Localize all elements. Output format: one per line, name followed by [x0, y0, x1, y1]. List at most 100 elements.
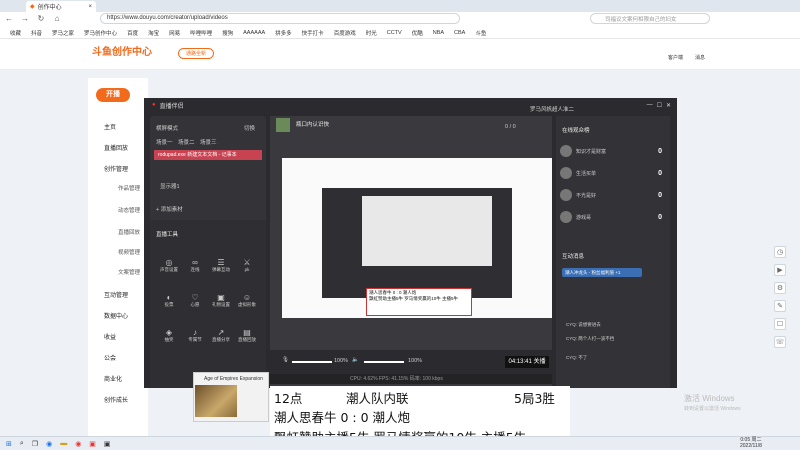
- app-icon[interactable]: ▣: [104, 440, 111, 448]
- add-source-button[interactable]: + 添加素材: [156, 205, 183, 213]
- mic-volume-slider[interactable]: [292, 361, 332, 363]
- sidebar-item-data[interactable]: 数据中心: [104, 311, 128, 320]
- tool-item[interactable]: ☰ 弹幕互动: [208, 258, 234, 273]
- tool-item[interactable]: ▤ 直播回放: [234, 328, 260, 343]
- bookmark-item[interactable]: 斗鱼: [475, 29, 486, 37]
- bookmark-item[interactable]: 抖音: [31, 29, 42, 37]
- taskbar: ⊞ ⌕ ❐ ◉ ▬ ◉ ▣ ▣: [0, 436, 800, 450]
- bookmark-item[interactable]: 网易: [169, 29, 180, 37]
- sidebar-item-home[interactable]: 主页: [104, 122, 116, 131]
- audience-row[interactable]: 不光是好 0: [560, 186, 668, 204]
- refresh-icon[interactable]: ↻: [36, 14, 46, 24]
- close-icon[interactable]: ✕: [666, 102, 671, 109]
- bookmark-item[interactable]: 罗马创作中心: [84, 29, 117, 37]
- sidebar-item-interaction[interactable]: 互动管理: [104, 290, 128, 299]
- tool-item[interactable]: ◈ 抽奖: [156, 328, 182, 343]
- chrome-icon[interactable]: ◉: [75, 440, 81, 448]
- tab-active[interactable]: ◆ 创作中心 ×: [26, 1, 96, 12]
- float-button[interactable]: ⚙: [774, 282, 786, 294]
- browser-search-input[interactable]: 司福议文案何相限自己的妇女: [590, 13, 710, 24]
- bookmark-item[interactable]: NBA: [433, 30, 444, 36]
- file-explorer-icon[interactable]: ▬: [60, 440, 67, 447]
- tool-item[interactable]: ◐ 投票: [156, 293, 182, 308]
- scene-tab[interactable]: 场景二: [178, 138, 195, 146]
- tool-item[interactable]: ⚔ pk: [234, 258, 260, 273]
- sidebar-item-replay[interactable]: 直播回放: [104, 143, 128, 152]
- browser-tab-strip: [0, 0, 800, 12]
- audience-row[interactable]: 生活买单 0: [560, 164, 668, 182]
- site-logo[interactable]: 斗鱼创作中心: [92, 43, 162, 65]
- sidebar-sub-works[interactable]: 作品管理: [118, 184, 140, 192]
- bookmark-item[interactable]: AAAAAA: [243, 30, 265, 36]
- audience-row[interactable]: 游戏哥 0: [560, 208, 668, 226]
- minimize-icon[interactable]: —: [647, 102, 653, 108]
- float-button[interactable]: ☏: [774, 336, 786, 348]
- mic-icon[interactable]: 🎙: [282, 357, 289, 363]
- bookmark-item[interactable]: CBA: [454, 30, 465, 36]
- bookmark-item[interactable]: 收藏: [10, 29, 21, 37]
- go-live-button[interactable]: 开播: [96, 88, 130, 102]
- bookmark-item[interactable]: 快手打卡: [302, 29, 324, 37]
- avatar: [560, 211, 572, 223]
- bookmark-item[interactable]: 百度: [127, 29, 138, 37]
- bookmark-item[interactable]: 搜狗: [222, 29, 233, 37]
- avatar: [560, 189, 572, 201]
- windows-activation-watermark: 激活 Windows 转到设置以激活 Windows: [684, 394, 741, 412]
- nested-app-preview: [322, 188, 512, 298]
- float-button[interactable]: ✎: [774, 300, 786, 312]
- scene-tab[interactable]: 场景一: [156, 138, 173, 146]
- maximize-icon[interactable]: ☐: [657, 102, 662, 109]
- address-bar[interactable]: https://www.douyu.com/creator/upload/vid…: [100, 13, 460, 24]
- bookmark-item[interactable]: CCTV: [387, 30, 402, 36]
- messages-link[interactable]: 消息: [695, 54, 705, 61]
- float-button[interactable]: ▶: [774, 264, 786, 276]
- speaker-icon[interactable]: 🔈: [352, 357, 359, 363]
- task-view-icon[interactable]: ❐: [32, 440, 38, 448]
- tool-item[interactable]: ♪ 专属节: [182, 328, 208, 343]
- sidebar-item-income[interactable]: 收益: [104, 332, 116, 341]
- switch-mode-button[interactable]: 切换: [244, 124, 255, 132]
- audience-row[interactable]: 知识才是财富 0: [560, 142, 668, 160]
- recruit-button[interactable]: 通路全新: [178, 48, 214, 59]
- tool-item[interactable]: ◎ 声音设置: [156, 258, 182, 273]
- tool-item[interactable]: ∞ 连线: [182, 258, 208, 273]
- scene-tab[interactable]: 场景三: [200, 138, 217, 146]
- sidebar-item-creation[interactable]: 创作管理: [104, 164, 128, 173]
- float-button[interactable]: ☐: [774, 318, 786, 330]
- bookmark-item[interactable]: 淘宝: [148, 29, 159, 37]
- tool-item[interactable]: ☺ 虚拟形象: [234, 293, 260, 308]
- back-icon[interactable]: ←: [4, 14, 14, 24]
- display-source[interactable]: 显示器1: [160, 182, 180, 190]
- bookmark-item[interactable]: 哔哩哔哩: [190, 29, 212, 37]
- tool-item[interactable]: ▣ 礼物设置: [208, 293, 234, 308]
- client-link[interactable]: 客户端: [668, 54, 683, 61]
- bookmark-item[interactable]: 优酷: [412, 29, 423, 37]
- bookmark-item[interactable]: 百度游戏: [334, 29, 356, 37]
- sidebar-item-commerce[interactable]: 商业化: [104, 374, 122, 383]
- sidebar-item-guild[interactable]: 公会: [104, 353, 116, 362]
- float-button[interactable]: ◷: [774, 246, 786, 258]
- home-icon[interactable]: ⌂: [52, 14, 62, 24]
- sidebar-sub-video[interactable]: 视频管理: [118, 248, 140, 256]
- windows-start-icon[interactable]: ⊞: [6, 440, 12, 448]
- close-icon[interactable]: ×: [88, 4, 92, 10]
- active-source-row[interactable]: rodupad.exe 新建文本文档 - 记事本: [154, 150, 262, 160]
- app-icon[interactable]: ▣: [89, 440, 96, 448]
- taskbar-clock[interactable]: 0:05 周二 2022/11/8: [740, 437, 762, 449]
- tool-item[interactable]: ↗ 直播分享: [208, 328, 234, 343]
- orientation-mode[interactable]: 横屏模式: [156, 124, 178, 132]
- sidebar-sub-posts[interactable]: 动态管理: [118, 206, 140, 214]
- bookmark-item[interactable]: 时光: [366, 29, 377, 37]
- speaker-volume-slider[interactable]: [364, 361, 404, 363]
- tool-item[interactable]: ♡ 心愿: [182, 293, 208, 308]
- sidebar-sub-copy[interactable]: 文案管理: [118, 268, 140, 276]
- bookmark-item[interactable]: 罗马之家: [52, 29, 74, 37]
- bookmarks-bar: 收藏 抖音 罗马之家 罗马创作中心 百度 淘宝 网易 哔哩哔哩 搜狗 AAAAA…: [0, 27, 800, 39]
- sidebar-sub-replay[interactable]: 直播回放: [118, 228, 140, 236]
- forward-icon[interactable]: →: [20, 14, 30, 24]
- sidebar-item-growth[interactable]: 创作成长: [104, 395, 128, 404]
- search-icon[interactable]: ⌕: [20, 440, 24, 448]
- bookmark-item[interactable]: 拼多多: [275, 29, 292, 37]
- edge-icon[interactable]: ◉: [46, 440, 52, 448]
- live-timer-button[interactable]: 04:13:41 关播: [505, 356, 549, 368]
